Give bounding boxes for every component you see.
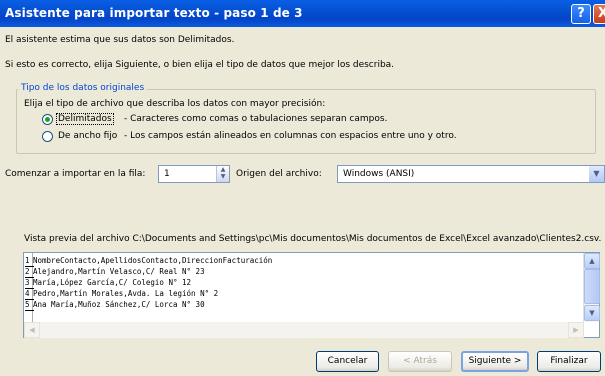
preview-row: 1 NombreContacto,ApellidosContacto,Direcc… (25, 255, 272, 267)
preview-rows: 1 NombreContacto,ApellidosContacto,Direcc… (25, 255, 272, 311)
back-button[interactable]: < Atrás (388, 351, 452, 372)
row-content: Ana María,Muñoz Sánchez,C/ Lorca N° 30 (33, 300, 205, 309)
scroll-right-icon[interactable]: ▶ (568, 322, 584, 338)
radio-fixed-width-indicator[interactable] (42, 131, 53, 142)
row-content: Pedro,Martín Morales,Avda. La legión N° … (33, 289, 219, 298)
scroll-left-icon[interactable]: ◀ (24, 322, 40, 338)
preview-row: 2 Alejandro,Martín Velasco,C/ Real N° 23 (25, 266, 205, 278)
scroll-down-icon[interactable]: ▼ (584, 305, 600, 321)
intro-line-2: Si esto es correcto, elija Siguiente, o … (5, 60, 395, 70)
origin-select[interactable]: Windows (ANSI) ▼ (337, 165, 605, 183)
row-content: NombreContacto,ApellidosContacto,Direcci… (33, 256, 273, 265)
start-row-value[interactable]: 1 (164, 169, 170, 179)
finish-button[interactable]: Finalizar (537, 351, 601, 372)
radio-delimited-description: - Caracteres como comas o tabulaciones s… (124, 114, 388, 124)
help-button[interactable]: ? (571, 4, 591, 24)
preview-label: Vista previa del archivo C:\Documents an… (24, 234, 602, 244)
preview-row: 5 Ana María,Muñoz Sánchez,C/ Lorca N° 30 (25, 299, 205, 311)
row-content: Alejandro,Martín Velasco,C/ Real N° 23 (33, 267, 205, 276)
start-row-label: Comenzar a importar en la fila: (5, 169, 146, 179)
intro-line-1: El asistente estima que sus datos son De… (5, 35, 235, 45)
radio-delimited-label[interactable]: Delimitados (56, 113, 114, 125)
origin-value[interactable]: Windows (ANSI) (343, 169, 414, 179)
radio-fixed-width-description: - Los campos están alineados en columnas… (124, 131, 457, 141)
radio-fixed-width-label[interactable]: De ancho fijo (58, 131, 117, 141)
scroll-up-icon[interactable]: ▲ (584, 253, 600, 269)
preview-horizontal-scrollbar[interactable]: ◀ ▶ (24, 322, 584, 338)
vertical-scroll-thumb[interactable] (584, 269, 600, 304)
file-preview[interactable]: 1 NombreContacto,ApellidosContacto,Direcc… (23, 252, 600, 338)
row-content: María,López García,C/ Colegio N° 12 (33, 278, 192, 287)
close-button[interactable]: X (593, 4, 605, 24)
spin-up-icon[interactable]: ▲ (217, 166, 229, 173)
origin-label: Origen del archivo: (236, 169, 322, 179)
help-icon: ? (577, 6, 585, 21)
cancel-button[interactable]: Cancelar (316, 351, 379, 372)
start-row-spinner[interactable]: 1 ▲ ▼ (158, 165, 230, 183)
file-type-prompt: Elija el tipo de archivo que describa lo… (24, 99, 326, 109)
spinner-arrows[interactable]: ▲ ▼ (216, 166, 229, 182)
original-type-legend: Tipo de los datos originales (18, 83, 148, 93)
next-button[interactable]: Siguiente > (461, 351, 529, 372)
window-title: Asistente para importar texto - paso 1 d… (5, 6, 303, 20)
spin-down-icon[interactable]: ▼ (217, 173, 229, 180)
preview-row: 3 María,López García,C/ Colegio N° 12 (25, 277, 191, 289)
preview-vertical-scrollbar[interactable]: ▲ ▼ (583, 253, 600, 322)
preview-row: 4 Pedro,Martín Morales,Avda. La legión N°… (25, 288, 218, 300)
title-bar: Asistente para importar texto - paso 1 d… (0, 0, 605, 27)
close-icon: X (597, 6, 605, 21)
chevron-down-icon[interactable]: ▼ (589, 166, 604, 182)
radio-delimited-indicator[interactable] (42, 114, 53, 125)
